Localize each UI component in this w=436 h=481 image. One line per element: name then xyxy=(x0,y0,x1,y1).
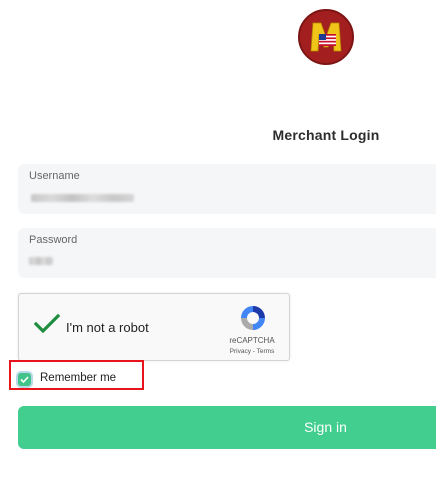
sign-in-label: Sign in xyxy=(304,419,347,435)
page-title: Merchant Login xyxy=(272,127,380,143)
logo-flag-icon xyxy=(310,22,342,52)
password-label: Password xyxy=(29,234,78,246)
recaptcha-widget[interactable]: I'm not a robot reCAPTCHA Privacy - Term… xyxy=(18,293,290,361)
merchant-logo xyxy=(298,9,354,65)
captcha-checkmark-icon[interactable] xyxy=(33,312,61,336)
recaptcha-brand: reCAPTCHA xyxy=(229,336,275,345)
captcha-label: I'm not a robot xyxy=(66,320,149,335)
remember-me-label[interactable]: Remember me xyxy=(40,372,116,384)
username-field[interactable]: Username xyxy=(18,164,436,214)
recaptcha-links[interactable]: Privacy - Terms xyxy=(217,348,287,355)
password-value-redacted xyxy=(29,257,53,265)
remember-me-checkbox[interactable] xyxy=(18,373,31,386)
sign-in-button[interactable]: Sign in xyxy=(18,406,436,449)
username-value-redacted xyxy=(31,194,134,202)
checkmark-icon xyxy=(20,376,29,384)
recaptcha-logo-icon xyxy=(241,306,265,330)
password-field[interactable]: Password xyxy=(18,228,436,278)
username-label: Username xyxy=(29,170,80,182)
